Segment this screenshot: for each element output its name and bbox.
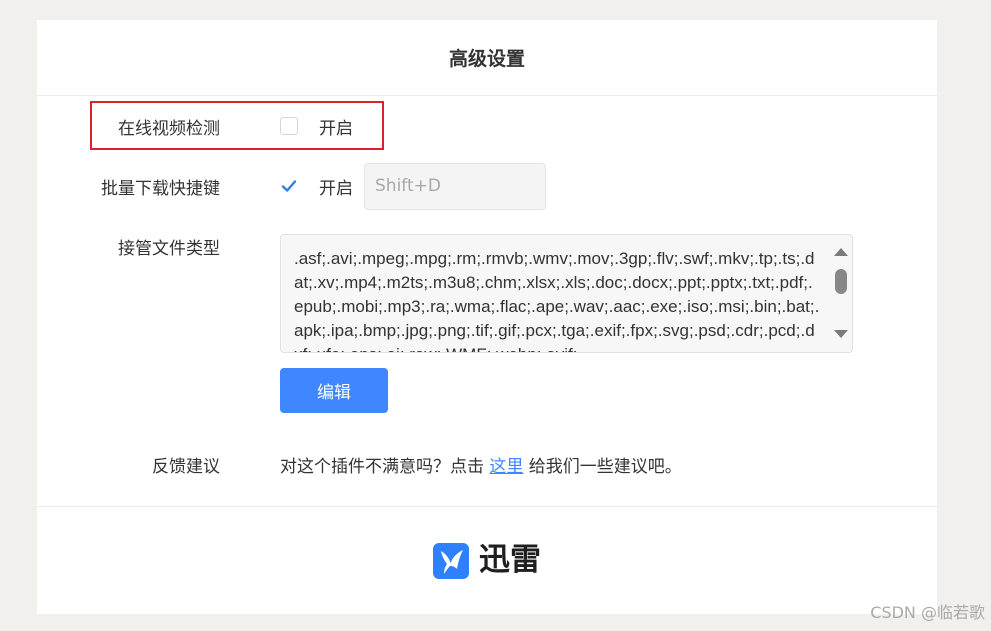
file-types-label: 接管文件类型: [118, 239, 220, 259]
feedback-text-after: 给我们一些建议吧。: [523, 457, 682, 477]
batch-download-checkbox[interactable]: [280, 177, 298, 195]
online-video-option-label[interactable]: 开启: [319, 114, 353, 139]
watermark: CSDN @临若歌: [870, 603, 985, 622]
brand-name: 迅雷: [479, 542, 541, 578]
feedback-label: 反馈建议: [152, 457, 220, 477]
online-video-checkbox[interactable]: [280, 117, 298, 135]
scroll-up-arrow-icon[interactable]: [834, 248, 848, 256]
shortcut-input[interactable]: Shift+D: [364, 163, 546, 210]
online-video-label: 在线视频检测: [118, 119, 220, 139]
settings-panel: 高级设置 在线视频检测 开启 批量下载快捷键 开启 Shift+D 接管文件类型…: [37, 20, 937, 614]
batch-download-label: 批量下载快捷键: [101, 179, 220, 199]
checkmark-icon: [281, 180, 297, 192]
file-types-value: .asf;.avi;.mpeg;.mpg;.rm;.rmvb;.wmv;.mov…: [294, 249, 820, 352]
feedback-text-before: 对这个插件不满意吗？点击: [280, 457, 490, 477]
footer-divider: [37, 506, 937, 507]
scroll-thumb[interactable]: [835, 269, 847, 294]
feedback-text: 对这个插件不满意吗？点击 这里 给我们一些建议吧。: [280, 452, 682, 477]
batch-download-option-label[interactable]: 开启: [319, 174, 353, 199]
file-types-textarea[interactable]: .asf;.avi;.mpeg;.mpg;.rm;.rmvb;.wmv;.mov…: [280, 234, 853, 353]
thunder-bird-logo-icon: [433, 543, 469, 579]
edit-button[interactable]: 编辑: [280, 368, 388, 413]
header-divider: [37, 95, 937, 96]
page-title: 高级设置: [448, 48, 525, 70]
file-types-scrollbar[interactable]: [830, 235, 852, 352]
scroll-down-arrow-icon[interactable]: [834, 330, 848, 338]
feedback-link[interactable]: 这里: [489, 457, 523, 477]
